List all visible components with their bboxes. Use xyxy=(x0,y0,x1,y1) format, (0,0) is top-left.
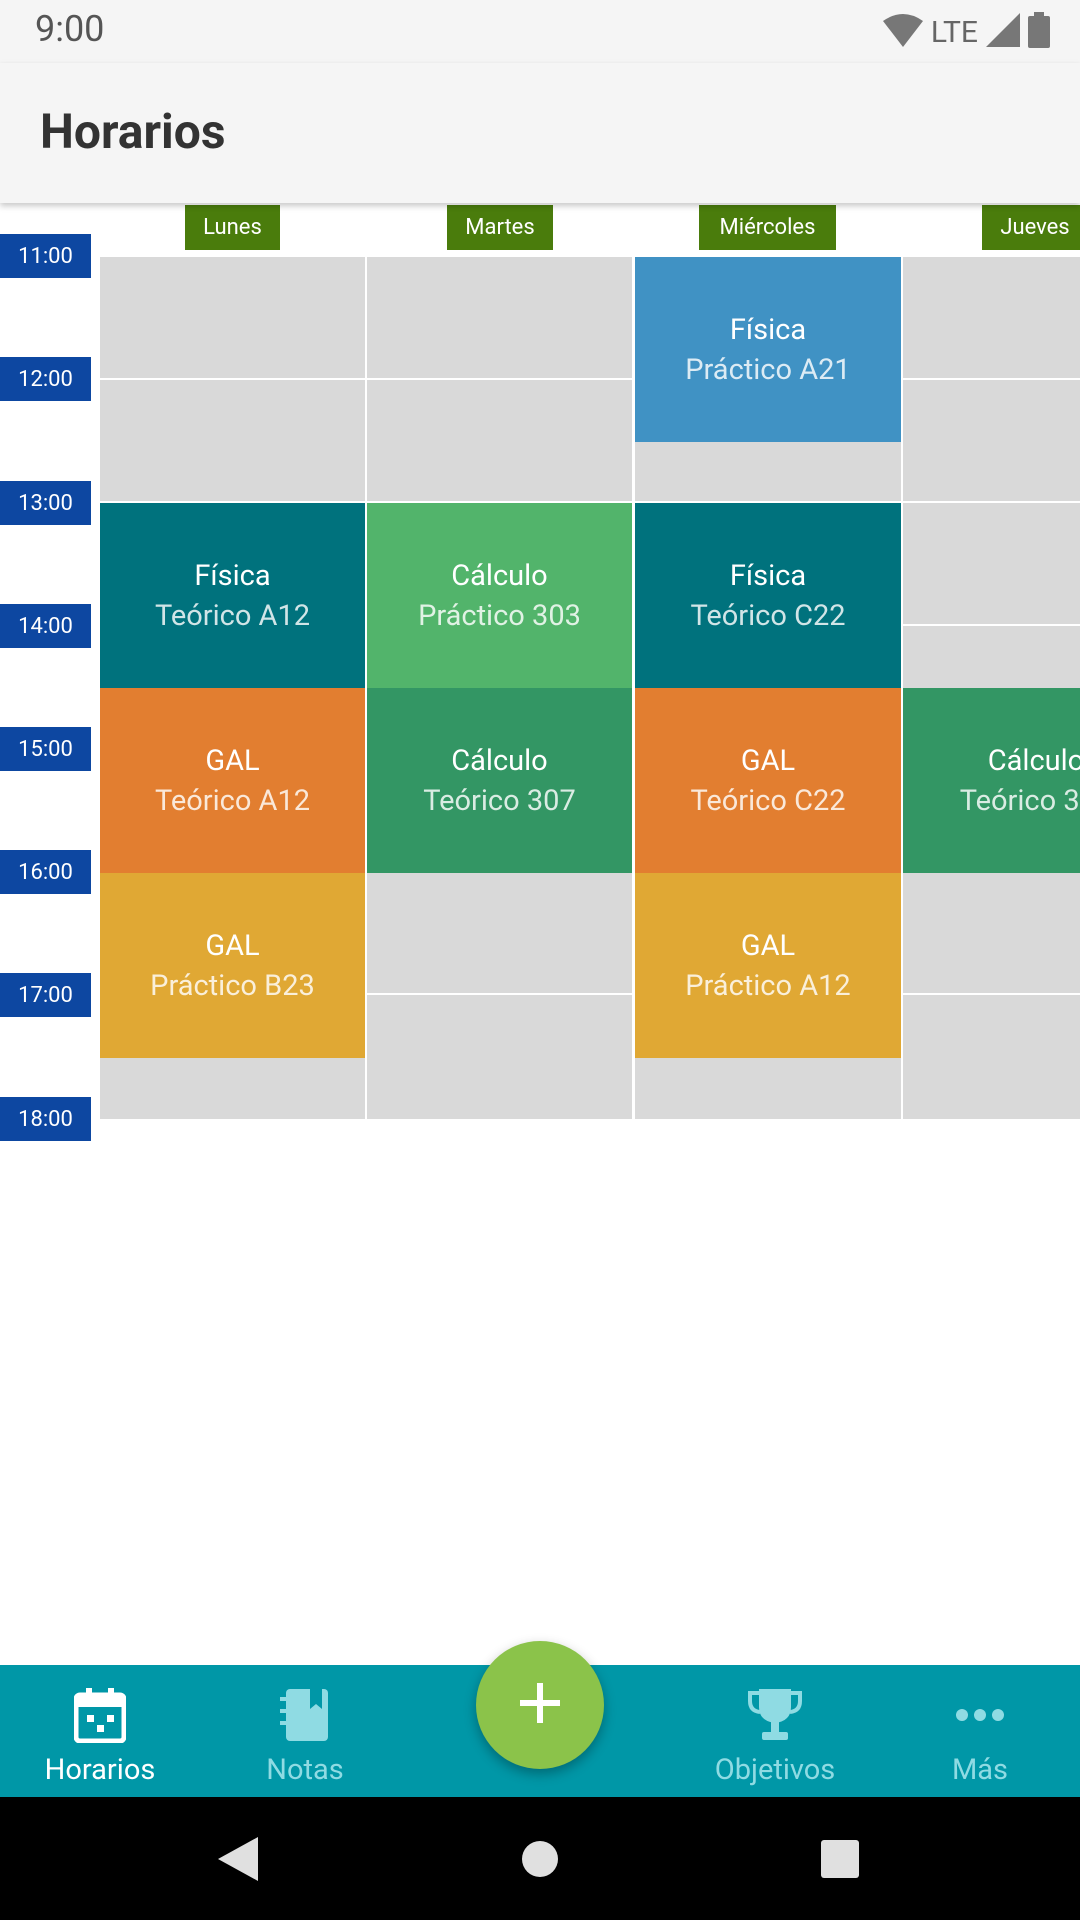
class-subject: GAL xyxy=(205,928,260,963)
back-icon[interactable] xyxy=(206,1827,270,1891)
nav-item-notas[interactable]: Notas xyxy=(230,1665,380,1797)
nav-item-horarios[interactable]: Horarios xyxy=(25,1665,175,1797)
class-block[interactable]: GAL Práctico B23 xyxy=(100,873,365,1058)
network-type: LTE xyxy=(930,14,978,50)
class-place: Práctico A12 xyxy=(685,968,851,1003)
class-place: Teórico C22 xyxy=(690,598,846,633)
class-block[interactable]: Cálculo Teórico 307 xyxy=(367,688,632,873)
status-time: 9:00 xyxy=(35,8,105,50)
recents-icon[interactable] xyxy=(808,1827,872,1891)
nav-item-mas[interactable]: Más xyxy=(905,1665,1055,1797)
class-subject: Cálculo xyxy=(451,558,548,593)
class-place: Práctico B23 xyxy=(150,968,315,1003)
class-subject: Cálculo xyxy=(987,743,1080,778)
more-dots-icon xyxy=(950,1685,1010,1745)
time-label: 18:00 xyxy=(0,1097,91,1141)
battery-icon xyxy=(1028,12,1050,52)
class-subject: Física xyxy=(194,558,271,593)
status-bar: 9:00 LTE xyxy=(0,0,1080,63)
time-label: 11:00 xyxy=(0,234,91,278)
class-block[interactable]: GAL Teórico A12 xyxy=(100,688,365,873)
plus-icon xyxy=(518,1681,562,1729)
nav-label: Más xyxy=(951,1753,1009,1787)
time-label: 17:00 xyxy=(0,973,91,1017)
nav-label: Notas xyxy=(266,1753,344,1787)
trophy-icon xyxy=(745,1685,805,1745)
time-label: 15:00 xyxy=(0,727,91,771)
hour-line xyxy=(100,378,1080,380)
class-subject: Física xyxy=(729,558,807,593)
class-subject: Física xyxy=(729,312,807,347)
screen: 9:00 LTE Horarios Lunes Martes Miércoles… xyxy=(0,0,1080,1920)
class-subject: GAL xyxy=(205,743,260,778)
wifi-icon xyxy=(882,13,923,51)
system-navigation-bar xyxy=(0,1797,1080,1920)
status-icons: LTE xyxy=(882,12,1050,52)
class-subject: GAL xyxy=(740,928,796,963)
day-header-martes: Martes xyxy=(447,205,553,250)
time-label: 12:00 xyxy=(0,357,91,401)
class-place: Teórico A12 xyxy=(154,783,311,818)
class-place: Teórico 307 xyxy=(423,783,576,818)
day-header-jueves: Jueves xyxy=(982,205,1080,250)
class-block[interactable]: GAL Práctico A12 xyxy=(635,873,901,1058)
app-bar: Horarios xyxy=(0,63,1080,203)
day-header-lunes: Lunes xyxy=(185,205,280,250)
class-block[interactable]: Física Práctico A21 xyxy=(635,257,901,442)
nav-label: Horarios xyxy=(44,1753,156,1787)
class-place: Práctico 303 xyxy=(418,598,581,633)
day-header-miercoles: Miércoles xyxy=(699,205,836,250)
add-button[interactable] xyxy=(476,1641,604,1769)
class-block[interactable]: Física Teórico C22 xyxy=(635,503,901,688)
nav-label: Objetivos xyxy=(714,1753,836,1787)
nav-item-objetivos[interactable]: Objetivos xyxy=(700,1665,850,1797)
time-label: 14:00 xyxy=(0,604,91,648)
cell-signal-icon xyxy=(986,13,1020,51)
class-block[interactable]: Cálculo Teórico 307 xyxy=(903,688,1080,873)
class-subject: GAL xyxy=(740,743,796,778)
class-place: Teórico C22 xyxy=(690,783,846,818)
class-subject: Cálculo xyxy=(451,743,548,778)
class-place: Teórico A12 xyxy=(154,598,311,633)
time-label: 16:00 xyxy=(0,850,91,894)
class-place: Teórico 307 xyxy=(959,783,1080,818)
home-icon[interactable] xyxy=(508,1827,572,1891)
page-title: Horarios xyxy=(40,103,226,160)
class-place: Práctico A21 xyxy=(685,352,851,387)
class-block[interactable]: Cálculo Práctico 303 xyxy=(367,503,632,688)
calendar-icon xyxy=(70,1685,130,1745)
schedule-grid: Lunes Martes Miércoles Jueves 11:00 12:0… xyxy=(0,203,1080,1163)
time-label: 13:00 xyxy=(0,481,91,525)
class-block[interactable]: Física Teórico A12 xyxy=(100,503,365,688)
notebook-icon xyxy=(275,1685,335,1745)
class-block[interactable]: GAL Teórico C22 xyxy=(635,688,901,873)
